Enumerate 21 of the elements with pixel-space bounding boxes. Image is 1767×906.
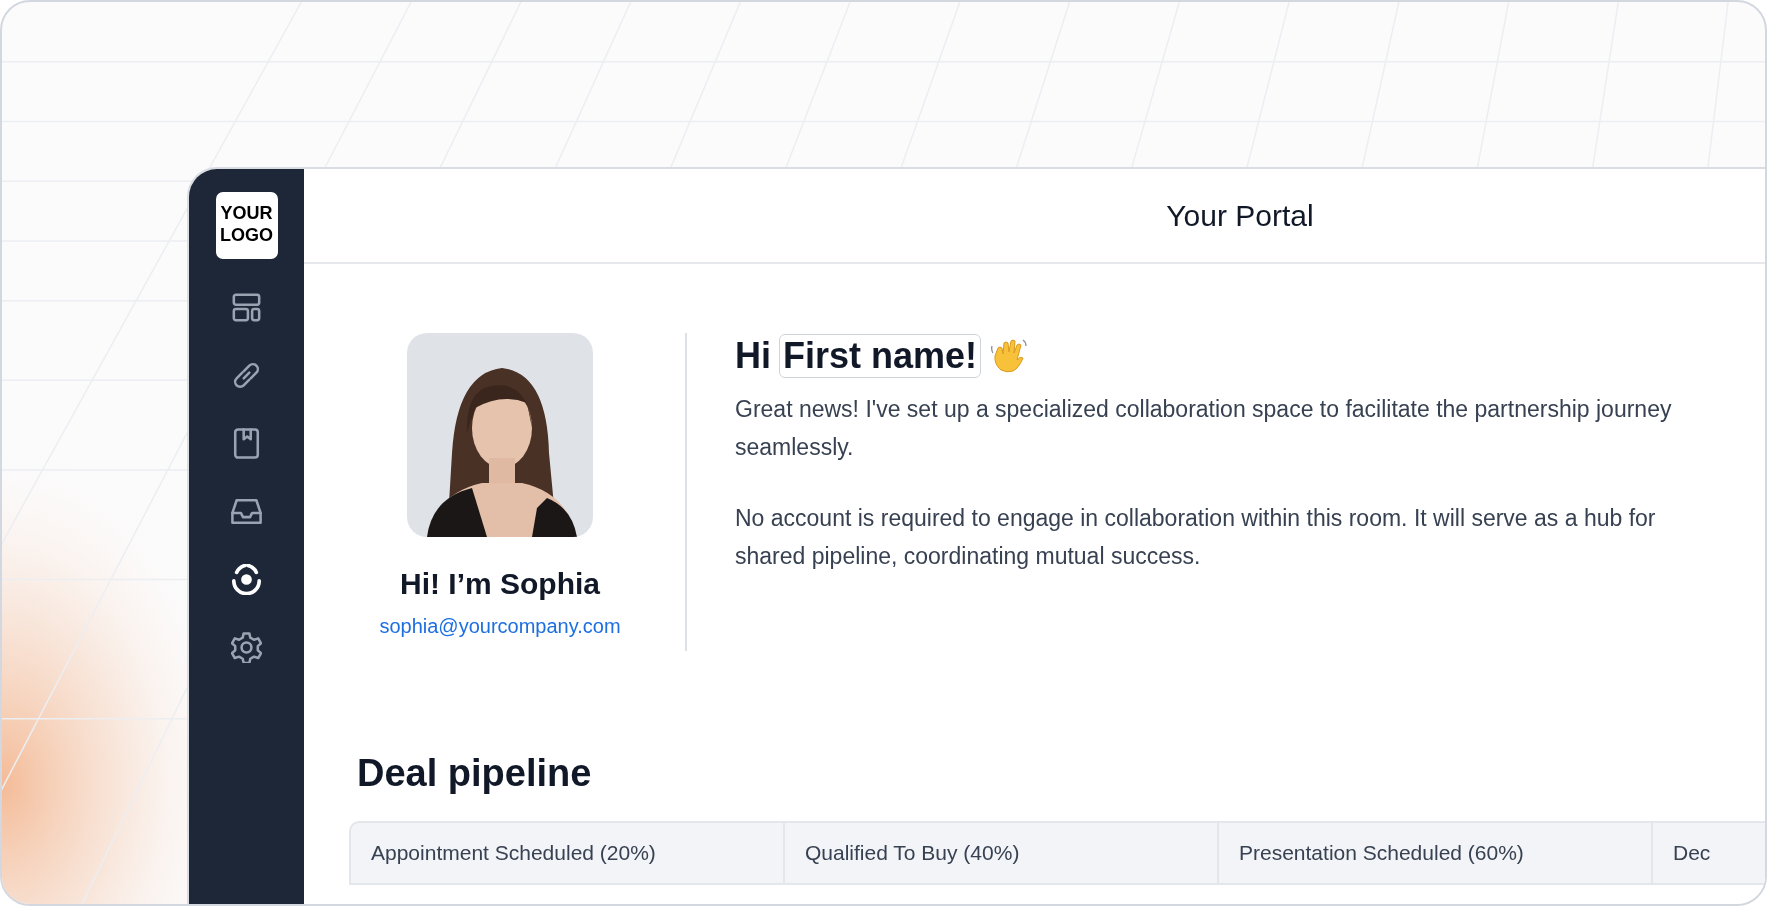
message-text: shared pipeline, coordinating mutual success. bbox=[735, 542, 1202, 571]
inbox-icon[interactable] bbox=[231, 496, 262, 527]
layout-icon[interactable] bbox=[231, 292, 262, 323]
email-link[interactable]: sophia@yourcompany.com bbox=[379, 615, 621, 638]
portal-title: Your Portal bbox=[1166, 198, 1314, 233]
greeting-text: Hi bbox=[735, 335, 771, 377]
section-heading: Deal pipeline bbox=[357, 752, 593, 795]
link-icon[interactable] bbox=[231, 360, 262, 391]
profile-name: Hi! I’m Sophia bbox=[400, 567, 600, 601]
column-header: Qualified To Buy (40%) bbox=[785, 823, 1219, 883]
bookmark-book-icon[interactable] bbox=[231, 428, 262, 459]
name-token: First name! bbox=[779, 334, 982, 378]
message-text: seamlessly. bbox=[735, 433, 855, 462]
message-text: Great news! I've set up a specialized collaboration space to facilitate the partnership journey bbox=[735, 395, 1672, 424]
column-header: Presentation Scheduled (60%) bbox=[1219, 823, 1653, 883]
column-header: Dec bbox=[1653, 823, 1765, 883]
settings-icon[interactable] bbox=[231, 632, 262, 663]
message-text: No account is required to engage in collaboration within this room. It will serve as a hub for bbox=[735, 504, 1657, 533]
logo: YOUR LOGO bbox=[215, 192, 278, 259]
target-icon[interactable] bbox=[231, 564, 262, 595]
column-header: Appointment Scheduled (20%) bbox=[351, 823, 785, 883]
